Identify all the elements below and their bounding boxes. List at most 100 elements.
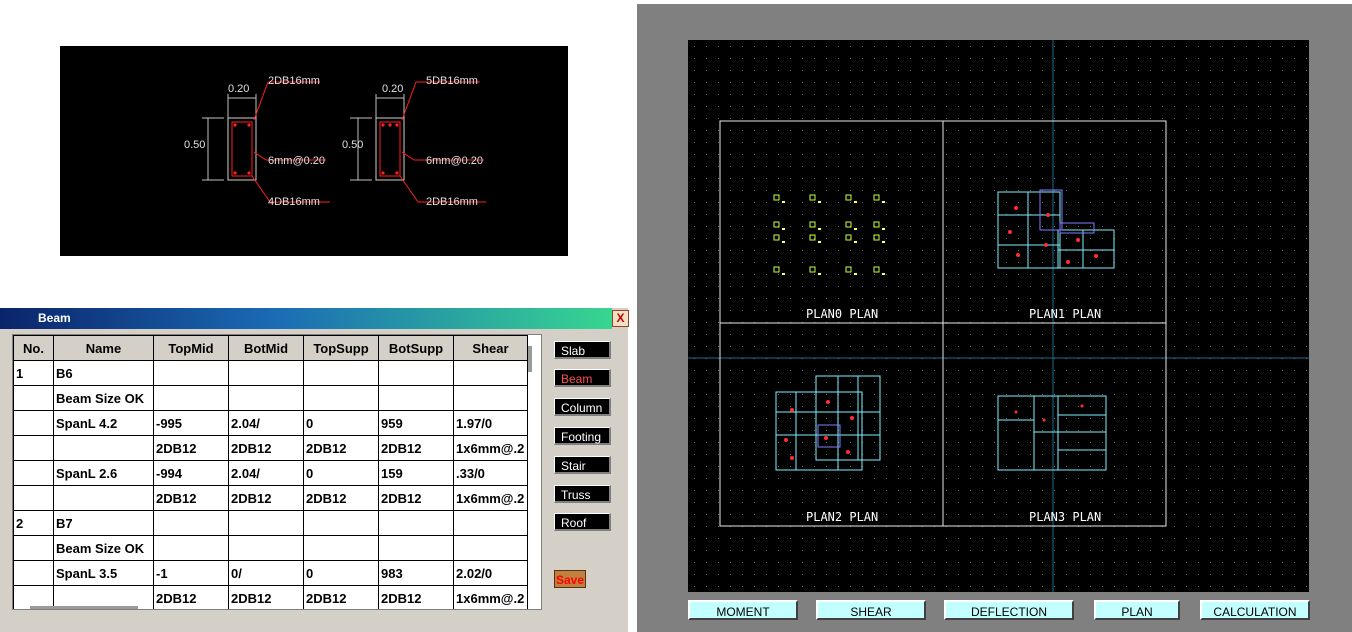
- table-cell[interactable]: [153, 510, 229, 536]
- table-cell[interactable]: SpanL 4.2: [53, 410, 154, 436]
- table-cell[interactable]: 959: [378, 410, 454, 436]
- table-cell[interactable]: -1: [153, 560, 229, 586]
- table-row[interactable]: SpanL 2.6 -994 2.04/0 159.33/0: [13, 460, 528, 486]
- col-header-no[interactable]: No.: [13, 335, 54, 361]
- table-cell[interactable]: 2DB12: [303, 585, 379, 609]
- table-cell[interactable]: [378, 385, 454, 411]
- table-cell[interactable]: 2DB12: [228, 585, 304, 609]
- table-cell[interactable]: SpanL 3.5: [53, 560, 154, 586]
- table-row[interactable]: Beam Size OK: [13, 385, 528, 411]
- plan-button[interactable]: PLAN: [1094, 600, 1180, 620]
- table-cell[interactable]: 983: [378, 560, 454, 586]
- table-cell[interactable]: [228, 385, 304, 411]
- table-cell[interactable]: 2.04/: [228, 410, 304, 436]
- col-header-name[interactable]: Name: [53, 335, 154, 361]
- dialog-titlebar[interactable]: Beam: [0, 308, 612, 329]
- table-cell[interactable]: [303, 510, 379, 536]
- table-cell[interactable]: 2DB12: [303, 435, 379, 461]
- column-button[interactable]: Column: [554, 398, 611, 416]
- table-cell[interactable]: 0: [303, 410, 379, 436]
- table-cell[interactable]: [13, 435, 54, 461]
- table-cell[interactable]: [303, 385, 379, 411]
- table-cell[interactable]: [228, 535, 304, 561]
- table-cell[interactable]: 2: [13, 510, 54, 536]
- table-cell[interactable]: Beam Size OK: [53, 535, 154, 561]
- table-cell[interactable]: Beam Size OK: [53, 385, 154, 411]
- table-cell[interactable]: 2DB12: [378, 485, 454, 511]
- table-cell[interactable]: B6: [53, 360, 154, 386]
- table-cell[interactable]: [13, 560, 54, 586]
- cad-drawing-canvas[interactable]: PLAN0 PLAN PLAN1 PLAN PLAN2 PLAN PLAN3 P…: [688, 40, 1309, 592]
- table-cell[interactable]: 1: [13, 360, 54, 386]
- table-cell[interactable]: [378, 360, 454, 386]
- table-row[interactable]: 2DB12 2DB12 2DB12 2DB12 1x6mm@.2: [13, 435, 528, 461]
- table-cell[interactable]: 0: [303, 460, 379, 486]
- table-cell[interactable]: 2.02/0: [453, 560, 528, 586]
- table-cell[interactable]: [453, 360, 528, 386]
- table-cell[interactable]: B7: [53, 510, 154, 536]
- col-header-shear[interactable]: Shear: [453, 335, 528, 361]
- table-cell[interactable]: [13, 485, 54, 511]
- table-cell[interactable]: [13, 535, 54, 561]
- table-cell[interactable]: [13, 385, 54, 411]
- table-cell[interactable]: 2DB12: [378, 585, 454, 609]
- stair-button[interactable]: Stair: [554, 456, 611, 474]
- table-cell[interactable]: -995: [153, 410, 229, 436]
- roof-button[interactable]: Roof: [554, 513, 611, 531]
- table-cell[interactable]: 0: [303, 560, 379, 586]
- table-cell[interactable]: [453, 510, 528, 536]
- table-cell[interactable]: [453, 535, 528, 561]
- table-cell[interactable]: [13, 410, 54, 436]
- table-row[interactable]: Beam Size OK: [13, 535, 528, 561]
- table-row[interactable]: 2DB12 2DB12 2DB12 2DB12 1x6mm@.2: [13, 485, 528, 511]
- table-cell[interactable]: .33/0: [453, 460, 528, 486]
- table-cell[interactable]: [303, 535, 379, 561]
- table-cell[interactable]: SpanL 2.6: [53, 460, 154, 486]
- table-row[interactable]: SpanL 4.2 -995 2.04/0 959 1.97/0: [13, 410, 528, 436]
- table-cell[interactable]: 2DB12: [228, 435, 304, 461]
- table-cell[interactable]: [53, 485, 154, 511]
- table-cell[interactable]: 2.04/: [228, 460, 304, 486]
- table-cell[interactable]: 2DB12: [303, 485, 379, 511]
- table-cell[interactable]: 2DB12: [228, 485, 304, 511]
- table-cell[interactable]: [303, 360, 379, 386]
- table-cell[interactable]: 2DB12: [153, 585, 229, 609]
- save-button[interactable]: Save: [554, 570, 586, 588]
- table-cell[interactable]: [228, 360, 304, 386]
- calculation-button[interactable]: CALCULATION: [1200, 600, 1310, 620]
- table-cell[interactable]: [453, 385, 528, 411]
- table-cell[interactable]: [13, 460, 54, 486]
- table-cell[interactable]: 2DB12: [153, 435, 229, 461]
- table-cell[interactable]: 1.97/0: [453, 410, 528, 436]
- table-cell[interactable]: [378, 535, 454, 561]
- moment-button[interactable]: MOMENT: [688, 600, 798, 620]
- table-cell[interactable]: [153, 360, 229, 386]
- table-row[interactable]: SpanL 3.5 -1 0/0 983 2.02/0: [13, 560, 528, 586]
- col-header-topsupp[interactable]: TopSupp: [303, 335, 379, 361]
- table-cell[interactable]: 159: [378, 460, 454, 486]
- col-header-botmid[interactable]: BotMid: [228, 335, 304, 361]
- table-cell[interactable]: -994: [153, 460, 229, 486]
- table-cell[interactable]: [153, 535, 229, 561]
- shear-button[interactable]: SHEAR: [816, 600, 926, 620]
- beam-button[interactable]: Beam: [554, 369, 611, 387]
- table-cell[interactable]: 1x6mm@.2: [453, 585, 528, 609]
- table-cell[interactable]: 1x6mm@.2: [453, 435, 528, 461]
- table-row[interactable]: 2 B7: [13, 510, 528, 536]
- table-cell[interactable]: [53, 435, 154, 461]
- table-cell[interactable]: [153, 385, 229, 411]
- close-icon[interactable]: X: [612, 310, 629, 327]
- col-header-botsupp[interactable]: BotSupp: [378, 335, 454, 361]
- deflection-button[interactable]: DEFLECTION: [944, 600, 1074, 620]
- col-header-topmid[interactable]: TopMid: [153, 335, 229, 361]
- slab-button[interactable]: Slab: [554, 341, 611, 359]
- table-cell[interactable]: 1x6mm@.2: [453, 485, 528, 511]
- table-cell[interactable]: 0/: [228, 560, 304, 586]
- footing-button[interactable]: Footing: [554, 427, 611, 445]
- table-horizontal-scrollbar[interactable]: [30, 606, 138, 609]
- truss-button[interactable]: Truss: [554, 485, 611, 503]
- table-cell[interactable]: [378, 510, 454, 536]
- table-row[interactable]: 1 B6: [13, 360, 528, 386]
- table-vertical-scrollbar[interactable]: [528, 346, 532, 372]
- table-cell[interactable]: 2DB12: [153, 485, 229, 511]
